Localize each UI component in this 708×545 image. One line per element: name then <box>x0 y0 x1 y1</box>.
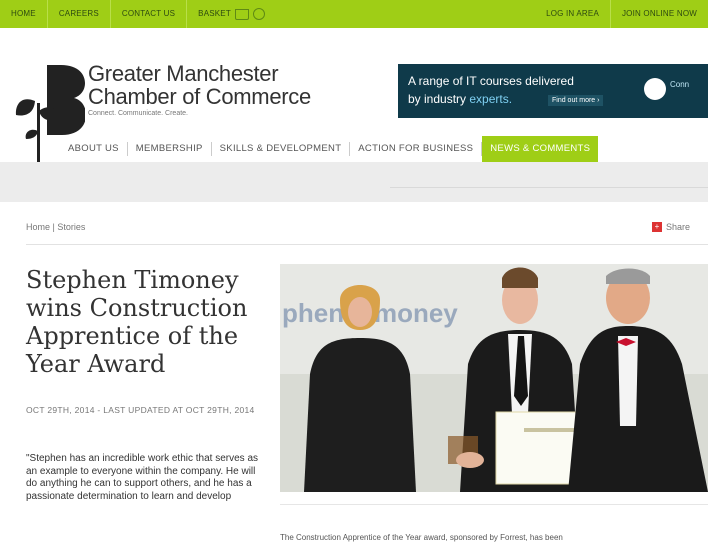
share-button[interactable]: + Share <box>652 222 690 232</box>
org-name-line2: Chamber of Commerce <box>88 84 311 109</box>
award-photo: phen Timoney <box>280 264 708 492</box>
top-utility-bar: HOME CAREERS CONTACT US BASKET LOG IN AR… <box>0 0 708 28</box>
basket-label: BASKET <box>198 9 231 18</box>
chevron-right-icon: › <box>597 97 600 104</box>
topbar-right: LOG IN AREA JOIN ONLINE NOW <box>535 0 708 28</box>
banner-headline-2: by industry experts. <box>408 92 512 106</box>
divider <box>280 504 708 505</box>
topbar-basket-link[interactable]: BASKET <box>187 0 276 28</box>
article-title: Stephen Timoney wins Construction Appren… <box>26 266 248 378</box>
topbar-contact-link[interactable]: CONTACT US <box>111 0 186 28</box>
divider <box>390 187 708 188</box>
breadcrumb[interactable]: Home | Stories <box>26 222 85 232</box>
topbar-login-link[interactable]: LOG IN AREA <box>535 0 610 28</box>
subnav-band <box>0 162 708 202</box>
basket-count-icon <box>252 8 265 20</box>
org-name-line1: Greater Manchester <box>88 61 279 86</box>
topbar-careers-link[interactable]: CAREERS <box>48 0 110 28</box>
article-date: OCT 29TH, 2014 - LAST UPDATED AT OCT 29T… <box>26 405 255 415</box>
org-tagline: Connect. Communicate. Create. <box>88 110 188 117</box>
partner-logo-text: Conn <box>670 80 690 89</box>
banner-button-label: Find out more <box>552 97 596 104</box>
topbar-join-link[interactable]: JOIN ONLINE NOW <box>611 0 708 28</box>
article-caption: The Construction Apprentice of the Year … <box>280 533 563 542</box>
banner-find-out-more-button[interactable]: Find out more › <box>548 95 604 106</box>
organization-name[interactable]: Greater Manchester Chamber of Commerce <box>88 62 311 108</box>
banner-headline-1: A range of IT courses delivered <box>408 74 574 88</box>
nav-membership[interactable]: MEMBERSHIP <box>128 136 211 162</box>
article-quote: "Stephen has an incredible work ethic th… <box>26 453 259 502</box>
nav-news-comments[interactable]: NEWS & COMMENTS <box>482 136 599 162</box>
nav-action-for-business[interactable]: ACTION FOR BUSINESS <box>350 136 481 162</box>
share-icon: + <box>652 222 662 232</box>
promo-banner[interactable]: A range of IT courses delivered by indus… <box>398 64 708 118</box>
nav-about-us[interactable]: ABOUT US <box>60 136 127 162</box>
topbar-home-link[interactable]: HOME <box>0 0 47 28</box>
main-navigation: ABOUT US MEMBERSHIP SKILLS & DEVELOPMENT… <box>60 136 599 162</box>
basket-icon <box>234 8 249 20</box>
banner-highlight: experts. <box>469 92 513 106</box>
nav-skills-development[interactable]: SKILLS & DEVELOPMENT <box>212 136 350 162</box>
banner-line2-text: by industry <box>408 92 470 106</box>
share-label: Share <box>666 222 691 232</box>
divider <box>26 244 708 245</box>
partner-logo-icon <box>644 78 666 100</box>
